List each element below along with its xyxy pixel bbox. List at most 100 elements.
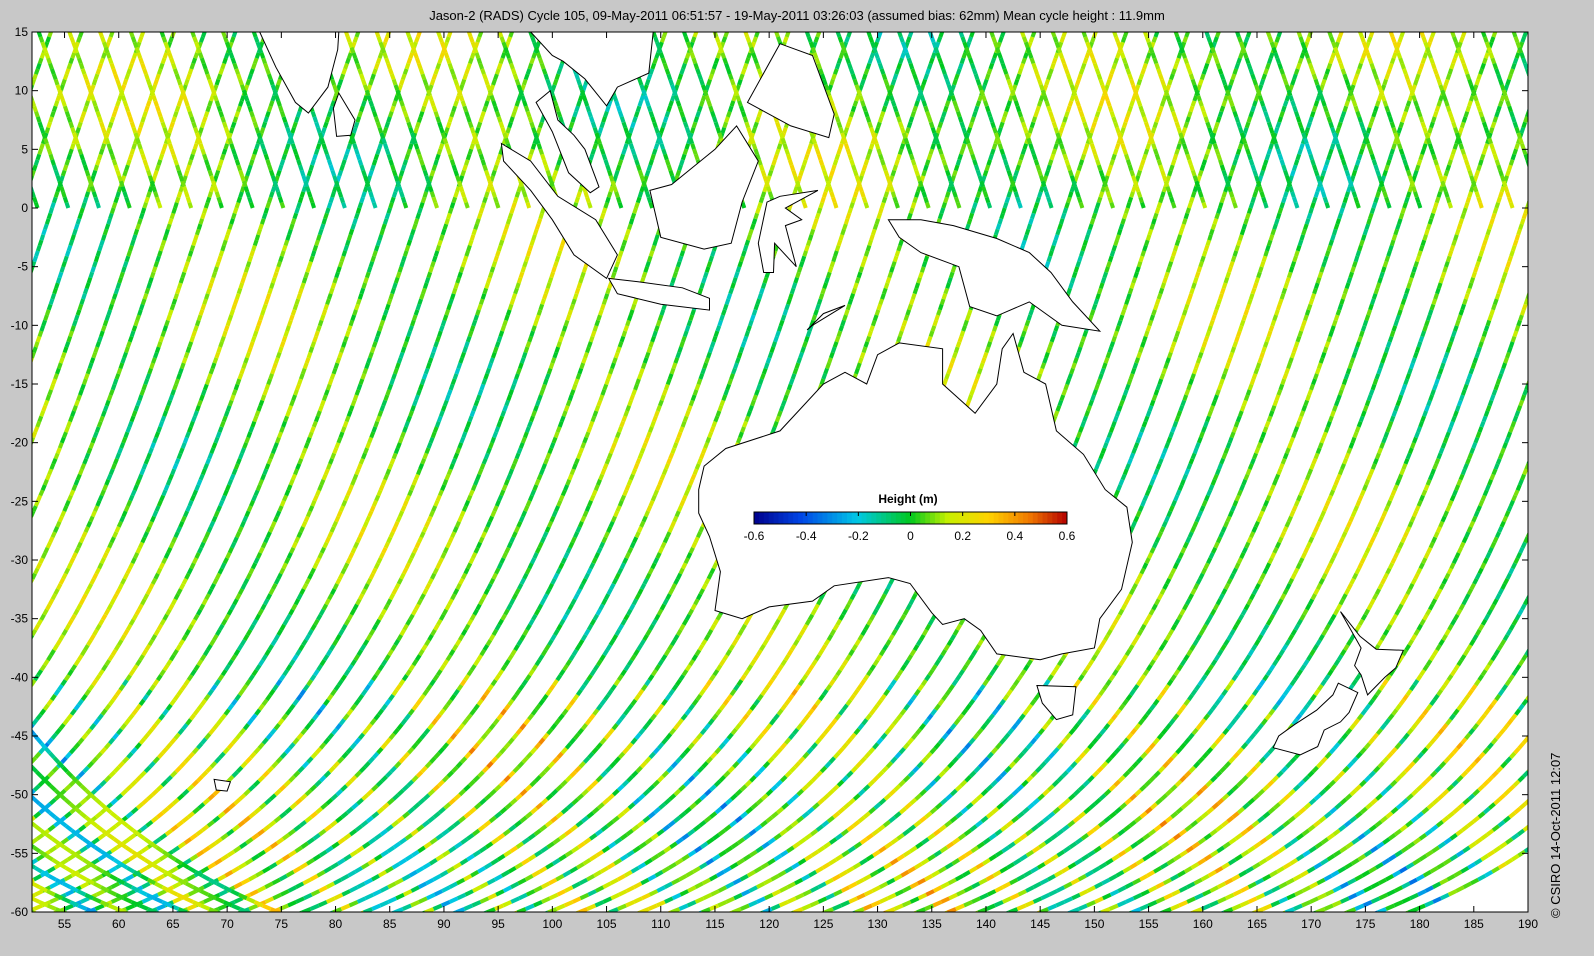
- track-segment: [144, 105, 150, 113]
- track-segment: [236, 32, 238, 33]
- track-segment: [124, 346, 130, 354]
- track-segment: [83, 287, 89, 295]
- track-segment: [944, 100, 951, 107]
- track-segment: [312, 335, 318, 343]
- track-segment: [824, 276, 830, 284]
- track-segment: [328, 287, 335, 295]
- track-segment: [430, 431, 437, 439]
- track-segment: [748, 404, 754, 412]
- track-segment: [193, 234, 199, 241]
- track-segment: [341, 250, 348, 257]
- track-segment: [284, 489, 291, 497]
- track-segment: [565, 399, 572, 407]
- track-segment: [464, 250, 470, 257]
- track-segment: [199, 394, 205, 402]
- track-segment: [368, 78, 374, 86]
- track-segment: [371, 426, 378, 433]
- track-segment: [700, 639, 708, 647]
- track-segment: [102, 228, 109, 236]
- track-segment: [644, 169, 651, 177]
- track-segment: [623, 143, 629, 150]
- track-segment: [704, 577, 711, 585]
- track-segment: [310, 341, 317, 348]
- track-segment: [215, 431, 222, 439]
- track-segment: [567, 473, 574, 481]
- track-segment: [236, 910, 241, 912]
- track-segment: [365, 633, 373, 642]
- track-segment: [614, 169, 620, 177]
- track-segment: [212, 175, 219, 182]
- track-segment: [68, 330, 74, 338]
- track-segment: [507, 303, 514, 311]
- track-segment: [317, 552, 324, 559]
- track-segment: [301, 520, 308, 528]
- track-segment: [594, 404, 601, 412]
- track-segment: [310, 623, 317, 631]
- track-segment: [610, 362, 616, 370]
- track-segment: [398, 169, 405, 177]
- track-segment: [688, 546, 695, 554]
- track-segment: [332, 583, 339, 590]
- track-segment: [151, 266, 158, 273]
- track-segment: [377, 325, 384, 332]
- track-segment: [57, 683, 64, 692]
- track-segment: [322, 541, 329, 549]
- track-segment: [974, 32, 975, 33]
- track-segment: [497, 494, 504, 502]
- track-segment: [270, 520, 277, 528]
- track-segment: [70, 52, 77, 59]
- track-segment: [209, 94, 215, 102]
- track-segment: [411, 659, 419, 667]
- track-segment: [819, 378, 826, 386]
- track-segment: [660, 36, 666, 43]
- track-segment: [325, 298, 331, 306]
- track-segment: [795, 633, 803, 642]
- track-segment: [123, 505, 130, 513]
- track-segment: [549, 271, 555, 279]
- track-segment: [239, 185, 246, 193]
- track-segment: [899, 325, 906, 332]
- track-segment: [338, 431, 345, 439]
- track-segment: [147, 367, 153, 375]
- track-segment: [743, 618, 750, 626]
- track-segment: [666, 457, 672, 465]
- track-segment: [288, 608, 295, 616]
- track-segment: [648, 250, 655, 257]
- track-segment: [272, 683, 279, 692]
- track-segment: [889, 266, 895, 273]
- track-segment: [125, 623, 133, 631]
- track-segment: [168, 36, 174, 43]
- track-segment: [336, 510, 343, 518]
- track-segment: [37, 415, 44, 423]
- track-segment: [953, 164, 960, 172]
- track-segment: [0, 860, 6, 864]
- track-segment: [291, 603, 298, 611]
- track-segment: [68, 57, 75, 65]
- track-segment: [172, 693, 180, 702]
- track-segment: [793, 276, 799, 284]
- track-segment: [32, 572, 37, 580]
- track-segment: [254, 234, 261, 241]
- track-segment: [501, 484, 508, 492]
- track-segment: [575, 373, 582, 380]
- track-segment: [180, 515, 187, 523]
- track-segment: [436, 148, 443, 156]
- track-segment: [164, 319, 170, 327]
- track-segment: [262, 468, 269, 476]
- track-segment: [440, 552, 447, 559]
- track-segment: [452, 526, 459, 533]
- track-segment: [885, 276, 892, 284]
- track-segment: [650, 244, 657, 252]
- track-segment: [52, 910, 57, 912]
- track-segment: [270, 447, 277, 455]
- track-segment: [52, 287, 58, 295]
- track-segment: [391, 688, 399, 697]
- track-segment: [511, 201, 517, 209]
- track-segment: [292, 212, 299, 220]
- track-segment: [698, 588, 705, 596]
- track-segment: [250, 335, 257, 343]
- track-segment: [80, 649, 87, 657]
- track-segment: [333, 683, 341, 692]
- track-segment: [972, 201, 978, 209]
- track-segment: [639, 520, 646, 528]
